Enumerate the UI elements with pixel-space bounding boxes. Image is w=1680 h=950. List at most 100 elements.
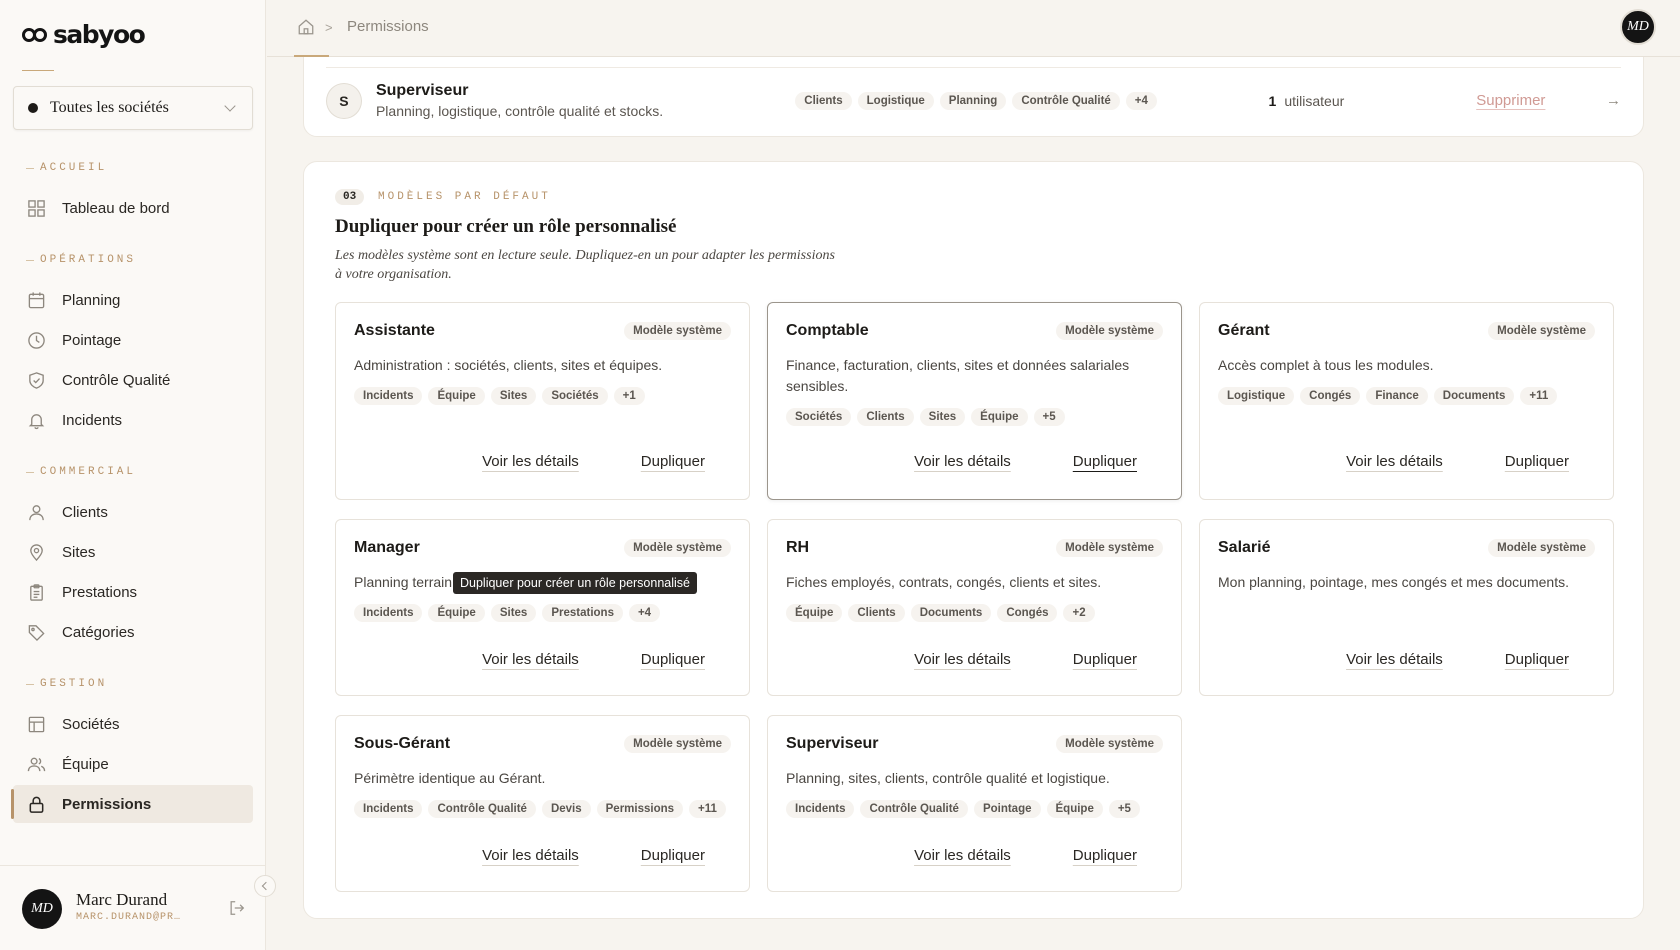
template-card-rh: RH Modèle système Fiches employés, contr… <box>767 519 1182 696</box>
nav-section-commercial: COMMERCIAL <box>26 466 136 478</box>
sidebar-item-label: Permissions <box>62 795 152 813</box>
template-actions: Voir les détails Dupliquer <box>914 651 1137 668</box>
template-actions: Voir les détails Dupliquer <box>1346 453 1569 470</box>
view-details-button[interactable]: Voir les détails <box>482 847 579 864</box>
view-details-button[interactable]: Voir les détails <box>914 651 1011 668</box>
system-template-badge: Modèle système <box>624 735 731 753</box>
permission-tag: Sites <box>919 408 966 426</box>
sidebar-item-prestations[interactable]: Prestations <box>13 573 253 611</box>
template-card-gerant: Gérant Modèle système Accès complet à to… <box>1199 302 1614 500</box>
permission-tag: Contrôle Qualité <box>1012 91 1120 110</box>
section-label: MODÈLES PAR DÉFAUT <box>378 191 551 203</box>
sidebar-item-pointage[interactable]: Pointage <box>13 321 253 359</box>
calendar-icon <box>28 291 45 308</box>
sidebar-item-clients[interactable]: Clients <box>13 493 253 531</box>
sidebar-item-controle-qualite[interactable]: Contrôle Qualité <box>13 361 253 399</box>
permission-tag: Incidents <box>786 800 855 818</box>
sidebar-item-categories[interactable]: Catégories <box>13 613 253 651</box>
permission-tag: Clients <box>857 408 914 426</box>
template-actions: Voir les détails Dupliquer <box>482 651 705 668</box>
sidebar-item-sites[interactable]: Sites <box>13 533 253 571</box>
permission-tag: Pointage <box>973 800 1041 818</box>
clipboard-icon <box>30 583 43 601</box>
template-card-manager: Manager Modèle système Planning terrain … <box>335 519 750 696</box>
duplicate-button[interactable]: Dupliquer <box>1505 651 1569 668</box>
role-name: Superviseur <box>375 82 469 99</box>
role-row[interactable]: S Superviseur Planning, logistique, cont… <box>326 67 1621 133</box>
view-details-button[interactable]: Voir les détails <box>914 847 1011 864</box>
app-logo[interactable]: sabyoo <box>22 20 146 49</box>
tag-icon <box>28 624 45 641</box>
user-count-value: 1 <box>1268 92 1277 109</box>
permission-tag: Permissions <box>596 800 684 818</box>
duplicate-button[interactable]: Dupliquer <box>1073 453 1137 470</box>
permission-tag: Finance <box>1366 387 1428 405</box>
sidebar-item-dashboard[interactable]: Tableau de bord <box>13 189 253 227</box>
bell-icon <box>28 413 45 429</box>
template-tags: Incidents Contrôle Qualité Devis Permiss… <box>354 800 726 818</box>
permission-tag: Prestations <box>542 604 623 622</box>
role-user-count: 1 utilisateur <box>1269 93 1477 109</box>
permission-tag: Équipe <box>428 604 485 622</box>
company-dot-icon <box>28 103 38 113</box>
grid-icon <box>28 199 45 217</box>
sidebar-item-label: Prestations <box>62 583 138 601</box>
duplicate-button[interactable]: Dupliquer <box>641 651 705 668</box>
template-name: Salarié <box>1218 539 1271 556</box>
company-select[interactable]: Toutes les sociétés <box>13 86 253 130</box>
sidebar-collapse-button[interactable] <box>254 875 276 897</box>
sidebar-item-label: Sociétés <box>62 715 120 733</box>
lock-icon <box>29 796 44 813</box>
template-tags: Incidents Équipe Sites Prestations +4 <box>354 604 661 622</box>
system-template-badge: Modèle système <box>1056 322 1163 340</box>
view-details-button[interactable]: Voir les détails <box>482 453 579 470</box>
duplicate-button[interactable]: Dupliquer <box>1505 453 1569 470</box>
avatar[interactable]: MD <box>22 889 62 929</box>
permission-tag: Équipe <box>786 604 843 622</box>
user-profile: MD Marc Durand MARC.DURAND@PR… <box>0 865 266 950</box>
template-name: Sous-Gérant <box>354 735 451 752</box>
template-tags: Incidents Équipe Sites Sociétés +1 <box>354 387 645 405</box>
sidebar: sabyoo Toutes les sociétés ACCUEIL Table… <box>0 0 266 950</box>
permission-tag: Clients <box>848 604 905 622</box>
arrow-right-icon[interactable]: → <box>1606 92 1621 109</box>
duplicate-button[interactable]: Dupliquer <box>1073 847 1137 864</box>
delete-role-button[interactable]: Supprimer <box>1476 92 1606 109</box>
duplicate-button[interactable]: Dupliquer <box>641 453 705 470</box>
system-template-badge: Modèle système <box>1056 735 1163 753</box>
nav-section-gestion: GESTION <box>26 678 107 690</box>
duplicate-button[interactable]: Dupliquer <box>641 847 705 864</box>
view-details-button[interactable]: Voir les détails <box>1346 453 1443 470</box>
sidebar-item-label: Clients <box>62 503 108 521</box>
role-description: Planning, logistique, contrôle qualité e… <box>375 103 664 119</box>
view-details-button[interactable]: Voir les détails <box>1346 651 1443 668</box>
permission-tag: Devis <box>541 800 591 818</box>
section-description: Les modèles système sont en lecture seul… <box>335 248 835 282</box>
clock-icon <box>28 331 45 349</box>
sidebar-item-label: Sites <box>62 543 96 561</box>
template-card-superviseur: Superviseur Modèle système Planning, sit… <box>767 715 1182 892</box>
logo-text: sabyoo <box>53 20 146 49</box>
permission-tag: Sociétés <box>542 387 608 405</box>
template-actions: Voir les détails Dupliquer <box>914 847 1137 864</box>
permission-tag: Équipe <box>428 387 485 405</box>
map-pin-icon <box>30 543 43 561</box>
view-details-button[interactable]: Voir les détails <box>914 453 1011 470</box>
duplicate-button[interactable]: Dupliquer <box>1073 651 1137 668</box>
sidebar-item-societes[interactable]: Sociétés <box>13 705 253 743</box>
sidebar-item-permissions[interactable]: Permissions <box>11 785 253 823</box>
permission-tag: Équipe <box>971 408 1028 426</box>
home-icon[interactable] <box>297 18 315 36</box>
permission-tag: Congés <box>1300 387 1361 405</box>
sidebar-item-incidents[interactable]: Incidents <box>13 401 253 439</box>
permission-tag: Documents <box>1433 387 1515 405</box>
permission-tag: Contrôle Qualité <box>428 800 536 818</box>
logout-icon[interactable] <box>228 899 246 917</box>
logo-underline <box>22 70 54 71</box>
header-avatar[interactable]: MD <box>1620 9 1656 45</box>
template-name: Superviseur <box>786 735 879 752</box>
section-number: 03 <box>335 189 365 205</box>
view-details-button[interactable]: Voir les détails <box>482 651 579 668</box>
sidebar-item-equipe[interactable]: Équipe <box>13 745 253 783</box>
sidebar-item-planning[interactable]: Planning <box>13 281 253 319</box>
